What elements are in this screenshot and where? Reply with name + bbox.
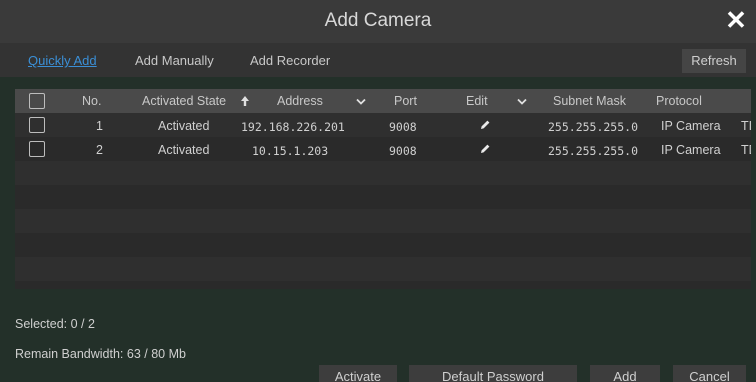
column-address[interactable]: Address bbox=[277, 94, 323, 108]
content-panel: No. Activated State Address Port Edit Su… bbox=[0, 77, 756, 382]
pencil-icon[interactable] bbox=[478, 142, 492, 156]
arrow-up-icon bbox=[241, 96, 249, 106]
row-checkbox[interactable] bbox=[29, 117, 45, 133]
add-button[interactable]: Add bbox=[590, 365, 660, 382]
empty-row bbox=[15, 233, 751, 257]
empty-row bbox=[15, 161, 751, 185]
row-checkbox[interactable] bbox=[29, 141, 45, 157]
row-port: 9008 bbox=[389, 144, 417, 158]
row-activated-state: Activated bbox=[158, 119, 210, 133]
row-no: 1 bbox=[96, 119, 103, 133]
row-port: 9008 bbox=[389, 120, 417, 134]
empty-row bbox=[15, 257, 751, 281]
empty-row bbox=[15, 209, 751, 233]
row-protocol: IP Camera bbox=[661, 119, 721, 133]
row-protocol: IP Camera bbox=[661, 143, 721, 157]
refresh-button[interactable]: Refresh bbox=[682, 49, 746, 73]
row-extra: TD bbox=[741, 143, 751, 157]
column-subnet-mask[interactable]: Subnet Mask bbox=[553, 94, 626, 108]
row-subnet-mask: 255.255.255.0 bbox=[548, 120, 639, 134]
table-row[interactable]: 2 Activated 10.15.1.203 9008 255.255.255… bbox=[15, 137, 751, 161]
row-activated-state: Activated bbox=[158, 143, 210, 157]
pencil-icon[interactable] bbox=[478, 118, 492, 132]
close-icon[interactable]: ✕ bbox=[724, 6, 748, 34]
row-no: 2 bbox=[96, 143, 103, 157]
tab-add-manually[interactable]: Add Manually bbox=[135, 53, 214, 68]
table-header: No. Activated State Address Port Edit Su… bbox=[15, 89, 751, 113]
default-password-button[interactable]: Default Password bbox=[409, 365, 577, 382]
cancel-button[interactable]: Cancel bbox=[673, 365, 746, 382]
remain-bandwidth: Remain Bandwidth: 63 / 80 Mb bbox=[15, 347, 186, 361]
row-address: 10.15.1.203 bbox=[252, 144, 329, 158]
column-no[interactable]: No. bbox=[82, 94, 101, 108]
column-port[interactable]: Port bbox=[394, 94, 417, 108]
empty-row bbox=[15, 185, 751, 209]
column-activated-state[interactable]: Activated State bbox=[142, 94, 226, 108]
row-subnet-mask: 255.255.255.0 bbox=[548, 144, 639, 158]
column-protocol[interactable]: Protocol bbox=[656, 94, 702, 108]
table-row[interactable]: 1 Activated 192.168.226.201 9008 255.255… bbox=[15, 113, 751, 137]
row-extra: TI bbox=[741, 119, 751, 133]
select-all-checkbox[interactable] bbox=[29, 93, 45, 109]
column-edit[interactable]: Edit bbox=[466, 94, 488, 108]
tab-add-recorder[interactable]: Add Recorder bbox=[250, 53, 330, 68]
title-bar: Add Camera ✕ bbox=[0, 0, 756, 43]
activate-button[interactable]: Activate bbox=[319, 365, 397, 382]
chevron-down-icon[interactable] bbox=[516, 96, 528, 108]
tab-bar: Quickly Add Add Manually Add Recorder Re… bbox=[0, 43, 756, 77]
camera-table: No. Activated State Address Port Edit Su… bbox=[15, 89, 751, 289]
dialog-title: Add Camera bbox=[324, 10, 432, 31]
row-address: 192.168.226.201 bbox=[241, 120, 345, 134]
selected-count: Selected: 0 / 2 bbox=[15, 317, 95, 331]
tab-quickly-add[interactable]: Quickly Add bbox=[28, 53, 97, 68]
chevron-down-icon[interactable] bbox=[355, 96, 367, 108]
